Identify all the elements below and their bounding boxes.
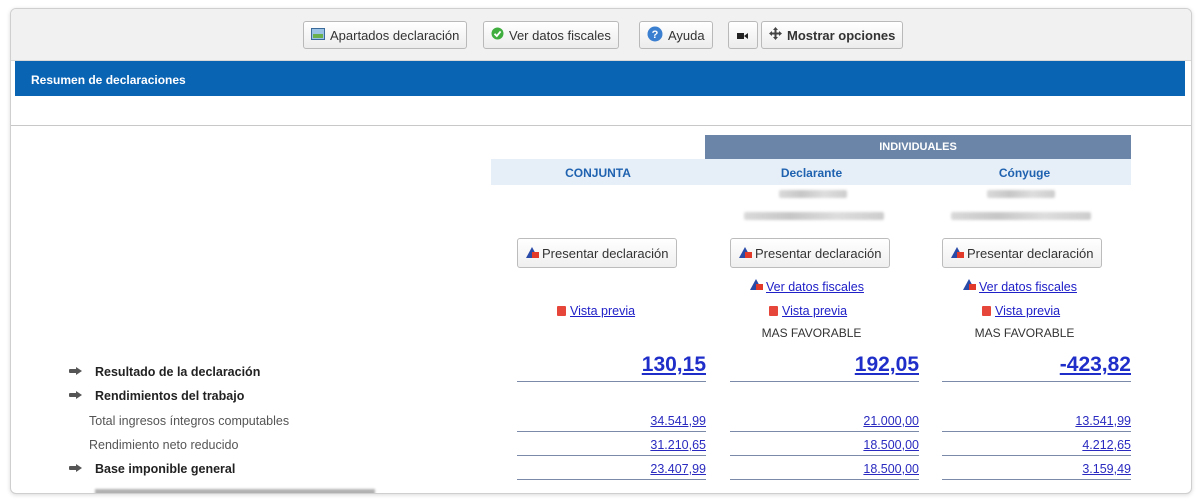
- resultado-label-text: Resultado de la declaración: [95, 365, 261, 379]
- section-title-bar: Resumen de declaraciones: [15, 61, 1185, 96]
- vista-previa-label: Vista previa: [995, 304, 1061, 318]
- pdf-icon: [982, 306, 991, 316]
- presentar-conyuge-button[interactable]: Presentar declaración: [942, 238, 1103, 268]
- check-icon: [491, 27, 504, 43]
- video-button[interactable]: [728, 21, 758, 49]
- conyuge-id-redacted: [987, 190, 1055, 198]
- vista-previa-label: Vista previa: [782, 304, 848, 318]
- conyuge-name-redacted: [951, 212, 1091, 220]
- row-underline: [730, 479, 919, 480]
- camera-icon: [737, 28, 749, 43]
- rendimiento-neto-label: Rendimiento neto reducido: [89, 438, 239, 452]
- rendimientos-row-label[interactable]: Rendimientos del trabajo: [69, 389, 244, 403]
- conjunta-header: CONJUNTA: [565, 166, 631, 180]
- rendimientos-label-text: Rendimientos del trabajo: [95, 389, 245, 403]
- base-imponible-label-text: Base imponible general: [95, 462, 236, 476]
- presentar-label: Presentar declaración: [755, 245, 882, 261]
- divider: [11, 125, 1191, 126]
- move-arrows-icon: [769, 27, 782, 43]
- vista-previa-label: Vista previa: [570, 304, 636, 318]
- rend-neto-conjunta[interactable]: 31.210,65: [517, 438, 706, 452]
- row-underline: [942, 431, 1131, 432]
- pdf-icon: [769, 306, 778, 316]
- row-underline: [517, 381, 706, 382]
- cropped-row-label: [95, 489, 375, 493]
- base-imponible-row-label[interactable]: Base imponible general: [69, 462, 235, 476]
- rend-neto-conyuge[interactable]: 4.212,65: [942, 438, 1131, 452]
- base-imponible-conjunta[interactable]: 23.407,99: [517, 462, 706, 476]
- row-underline: [942, 479, 1131, 480]
- svg-text:?: ?: [652, 29, 659, 41]
- toolbar: Apartados declaración Ver datos fiscales…: [11, 9, 1191, 61]
- individuales-header: INDIVIDUALES: [705, 135, 1131, 159]
- row-underline: [730, 431, 919, 432]
- aeat-logo-icon: [739, 247, 752, 259]
- resultado-conjunta-value[interactable]: 130,15: [517, 353, 706, 380]
- resultado-row-label[interactable]: Resultado de la declaración: [69, 365, 260, 379]
- apartados-label: Apartados declaración: [330, 27, 460, 43]
- declarante-header: Declarante: [780, 166, 843, 180]
- base-imponible-declarante[interactable]: 18.500,00: [730, 462, 919, 476]
- resultado-conyuge-value[interactable]: -423,82: [942, 353, 1131, 380]
- mostrar-opciones-button[interactable]: Mostrar opciones: [761, 21, 904, 49]
- ver-datos-conyuge-link[interactable]: Ver datos fiscales: [963, 279, 1077, 294]
- declarante-id-redacted: [779, 190, 847, 198]
- row-underline: [517, 479, 706, 480]
- row-underline: [942, 381, 1131, 382]
- expand-arrow-icon: [69, 391, 83, 399]
- total-ingresos-conjunta[interactable]: 34.541,99: [517, 414, 706, 428]
- total-ingresos-declarante[interactable]: 21.000,00: [730, 414, 919, 428]
- rend-neto-declarante[interactable]: 18.500,00: [730, 438, 919, 452]
- total-ingresos-conyuge[interactable]: 13.541,99: [942, 414, 1131, 428]
- aeat-logo-icon: [951, 247, 964, 259]
- row-underline: [517, 455, 706, 456]
- presentar-label: Presentar declaración: [542, 245, 669, 261]
- ver-datos-fiscales-button[interactable]: Ver datos fiscales: [483, 21, 619, 49]
- vista-previa-conyuge-link[interactable]: Vista previa: [982, 304, 1060, 318]
- ver-datos-declarante-link[interactable]: Ver datos fiscales: [750, 279, 864, 294]
- mas-favorable-conyuge: MAS FAVORABLE: [974, 326, 1075, 340]
- presentar-declarante-button[interactable]: Presentar declaración: [730, 238, 891, 268]
- pdf-icon: [557, 306, 566, 316]
- ver-datos-label: Ver datos fiscales: [509, 27, 611, 43]
- presentar-conjunta-button[interactable]: Presentar declaración: [517, 238, 678, 268]
- help-icon: ?: [647, 26, 663, 45]
- row-underline: [942, 455, 1131, 456]
- aeat-logo-icon: [750, 279, 763, 291]
- declarante-name-redacted: [744, 212, 884, 220]
- expand-arrow-icon: [69, 464, 83, 472]
- resultado-declarante-value[interactable]: 192,05: [730, 353, 919, 380]
- vista-previa-declarante-link[interactable]: Vista previa: [769, 304, 847, 318]
- total-ingresos-label: Total ingresos íntegros computables: [89, 414, 290, 428]
- vista-previa-conjunta-link[interactable]: Vista previa: [557, 304, 635, 318]
- base-imponible-conyuge[interactable]: 3.159,49: [942, 462, 1131, 476]
- ver-datos-link-label: Ver datos fiscales: [766, 280, 864, 294]
- expand-arrow-icon: [69, 367, 83, 375]
- aeat-logo-icon: [526, 247, 539, 259]
- app-frame: Apartados declaración Ver datos fiscales…: [10, 8, 1192, 494]
- row-underline: [517, 431, 706, 432]
- document-icon: [311, 27, 325, 43]
- mas-favorable-declarante: MAS FAVORABLE: [761, 326, 862, 340]
- ayuda-button[interactable]: ? Ayuda: [639, 21, 713, 49]
- row-underline: [730, 381, 919, 382]
- section-title: Resumen de declaraciones: [31, 73, 186, 87]
- apartados-declaracion-button[interactable]: Apartados declaración: [303, 21, 468, 49]
- mostrar-label: Mostrar opciones: [787, 27, 896, 43]
- ver-datos-link-label: Ver datos fiscales: [979, 280, 1077, 294]
- aeat-logo-icon: [963, 279, 976, 291]
- row-underline: [730, 455, 919, 456]
- presentar-label: Presentar declaración: [967, 245, 1094, 261]
- ayuda-label: Ayuda: [668, 27, 705, 43]
- conyuge-header: Cónyuge: [998, 166, 1051, 180]
